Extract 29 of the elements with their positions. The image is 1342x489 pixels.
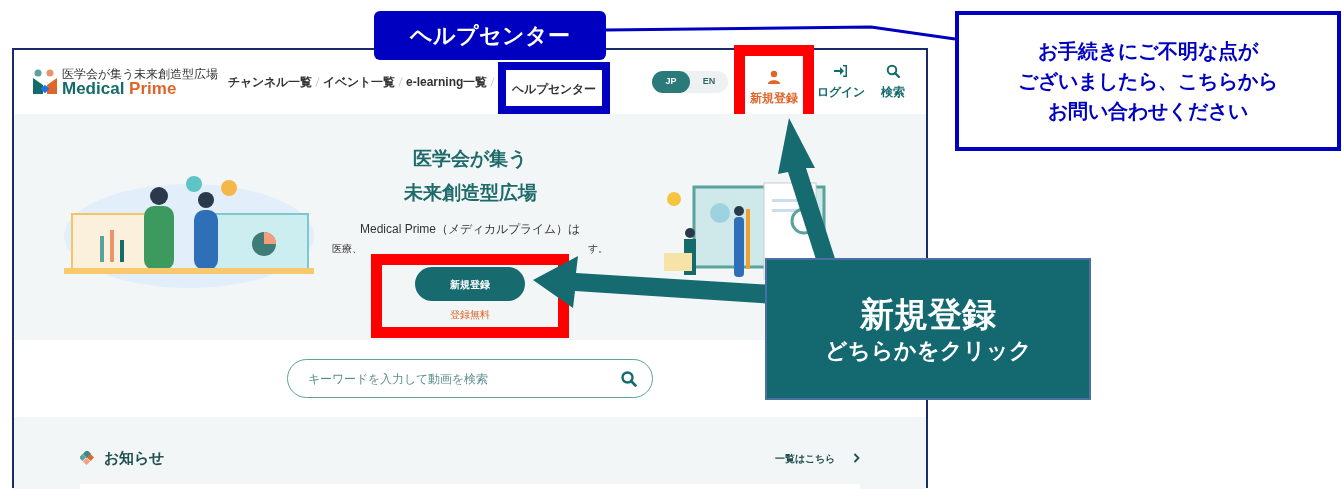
- hero-description: す。: [588, 242, 608, 256]
- news-title: お知らせ: [104, 448, 164, 468]
- nav-link[interactable]: e-learning一覧: [406, 73, 488, 91]
- logo-wordmark: Medical Prime: [62, 79, 177, 97]
- logo-icon: [32, 69, 58, 95]
- search-icon[interactable]: [621, 371, 637, 387]
- header-action[interactable]: 新規登録: [749, 69, 799, 107]
- register-button[interactable]: 新規登録: [415, 267, 525, 301]
- callout-subtitle: どちらかをクリック: [824, 337, 1032, 365]
- nav-link[interactable]: チャンネル一覧: [228, 73, 312, 91]
- hero-headline: 医学会が集う: [413, 147, 527, 171]
- callout-note: お手続きにご不明な点が ございましたら、こちらから お問い合わせください: [955, 11, 1341, 151]
- callout-title: 新規登録: [860, 294, 996, 335]
- nav-link[interactable]: ヘルプセンター: [512, 82, 597, 96]
- language-toggle[interactable]: JP: [652, 71, 690, 93]
- nav-link[interactable]: イベント一覧: [323, 73, 395, 91]
- logo-tagline: 医学会が集う未来創造型広場: [62, 67, 218, 80]
- view-all-link[interactable]: 一覧はこちら: [775, 450, 835, 466]
- header-action[interactable]: ログイン: [816, 63, 866, 101]
- callout-label: ヘルプセンター: [374, 11, 606, 60]
- diamond-icon: [80, 451, 94, 466]
- chevron-right-icon[interactable]: [853, 453, 860, 464]
- search-field[interactable]: キーワードを入力して動画を検索: [287, 359, 653, 398]
- hero-description: Medical Prime（メディカルプライム）は: [360, 221, 580, 238]
- hero-headline: 未来創造型広場: [403, 181, 537, 205]
- free-registration-note: 登録無料: [450, 308, 490, 322]
- language-toggle[interactable]: EN: [690, 71, 728, 93]
- hero-description: 医療、: [332, 242, 362, 256]
- header-action[interactable]: 検索: [868, 63, 918, 101]
